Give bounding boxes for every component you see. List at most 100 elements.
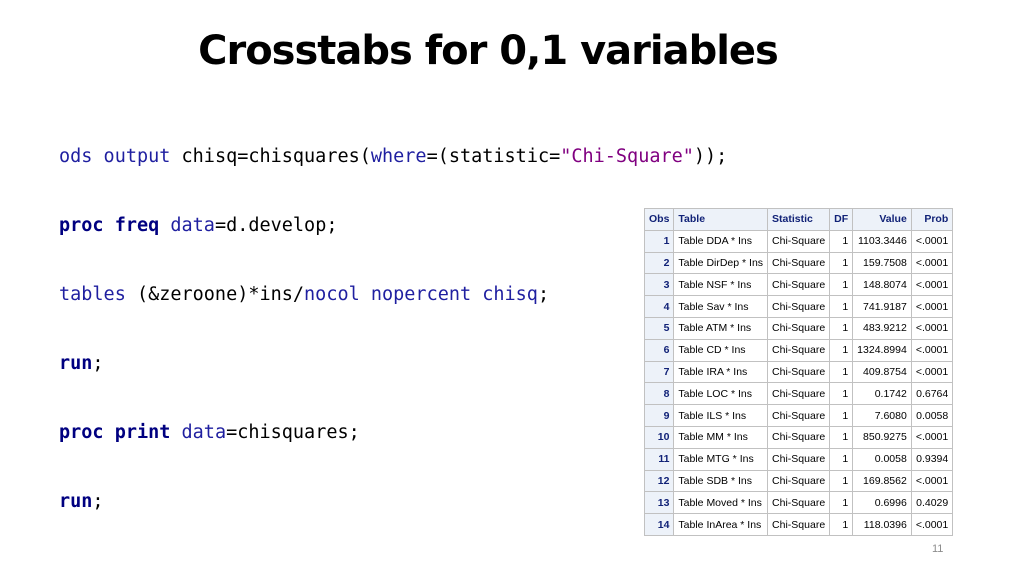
cell-prob: <.0001 — [910, 316, 954, 340]
cell-df: 1 — [829, 251, 854, 275]
cell-df: 1 — [829, 469, 854, 493]
cell-df: 1 — [829, 295, 854, 318]
table-row: 2 Table DirDep * Ins Chi-Square 1 159.7508 <.… — [643, 251, 954, 275]
code-keyword: data — [181, 422, 227, 443]
cell-df: 1 — [829, 338, 854, 362]
code-keyword: ods output — [59, 146, 171, 167]
code-string: "Chi-Square" — [560, 146, 694, 167]
cell-statistic: Chi-Square — [767, 338, 831, 362]
cell-prob: <.0001 — [910, 273, 954, 297]
table-row: 11 Table MTG * Ins Chi-Square 1 0.0058 0.9394 — [643, 447, 954, 471]
cell-df: 1 — [829, 360, 854, 384]
cell-statistic: Chi-Square — [767, 360, 831, 384]
table-row: 10 Table MM * Ins Chi-Square 1 850.9275 <.000… — [643, 425, 954, 449]
table-row: 3 Table NSF * Ins Chi-Square 1 148.8074 <.000… — [643, 273, 954, 297]
cell-obs: 6 — [643, 338, 675, 362]
table-row: 8 Table LOC * Ins Chi-Square 1 0.1742 0.6764 — [643, 382, 954, 406]
cell-statistic: Chi-Square — [767, 316, 831, 340]
table-row: 7 Table IRA * Ins Chi-Square 1 409.8754 <.000… — [643, 360, 954, 384]
cell-prob: 0.4029 — [910, 491, 954, 515]
cell-table: Table CD * Ins — [673, 338, 769, 362]
table-row: 9 Table ILS * Ins Chi-Square 1 7.6080 0.0058 — [643, 404, 954, 427]
cell-statistic: Chi-Square — [767, 382, 831, 406]
cell-table: Table DirDep * Ins — [673, 251, 769, 275]
code-line-3: tables (&zeroone)*ins/nocol nopercent ch… — [59, 283, 727, 306]
cell-statistic: Chi-Square — [767, 229, 831, 253]
code-line-6: run; — [59, 490, 727, 513]
cell-value: 0.6996 — [852, 491, 912, 515]
cell-table: Table ILS * Ins — [673, 404, 769, 427]
cell-value: 148.8074 — [852, 273, 912, 297]
sas-code-block: ods output chisq=chisquares(where=(stati… — [59, 99, 727, 536]
cell-table: Table LOC * Ins — [673, 382, 769, 406]
code-text: (&zeroone)*ins/ — [125, 284, 305, 305]
table-row: 6 Table CD * Ins Chi-Square 1 1324.8994 <.000… — [643, 338, 954, 362]
cell-value: 159.7508 — [852, 251, 912, 275]
page-number: 11 — [932, 543, 944, 555]
code-line-4: run; — [59, 352, 727, 375]
cell-prob: 0.0058 — [910, 404, 954, 427]
cell-table: Table Moved * Ins — [673, 491, 769, 515]
code-text: ; — [92, 491, 104, 512]
cell-table: Table ATM * Ins — [673, 316, 769, 340]
cell-value: 0.1742 — [852, 382, 912, 406]
code-keyword-bold: run — [59, 491, 93, 512]
cell-obs: 13 — [643, 491, 675, 515]
cell-value: 483.9212 — [852, 316, 912, 340]
header-df: DF — [829, 208, 854, 231]
cell-statistic: Chi-Square — [767, 513, 831, 536]
cell-df: 1 — [829, 273, 854, 297]
cell-value: 850.9275 — [852, 425, 912, 449]
cell-obs: 9 — [643, 404, 675, 427]
cell-table: Table IRA * Ins — [673, 360, 769, 384]
cell-statistic: Chi-Square — [767, 425, 831, 449]
header-statistic: Statistic — [767, 208, 831, 231]
cell-df: 1 — [829, 447, 854, 471]
cell-df: 1 — [829, 425, 854, 449]
code-keyword-bold: run — [59, 353, 93, 374]
header-table: Table — [673, 208, 769, 231]
code-text: =d.develop; — [214, 215, 338, 236]
code-text: =chisquares; — [226, 422, 360, 443]
cell-obs: 7 — [643, 360, 675, 384]
cell-table: Table Sav * Ins — [673, 295, 769, 318]
cell-df: 1 — [829, 229, 854, 253]
code-keyword: where — [370, 146, 427, 167]
chi-square-results-table: Obs Table Statistic DF Value Prob 1 Table… — [643, 208, 954, 536]
header-prob: Prob — [910, 208, 954, 231]
cell-value: 1324.8994 — [852, 338, 912, 362]
header-value: Value — [852, 208, 912, 231]
table-header-row: Obs Table Statistic DF Value Prob — [643, 208, 954, 231]
cell-table: Table NSF * Ins — [673, 273, 769, 297]
cell-statistic: Chi-Square — [767, 404, 831, 427]
code-line-5: proc print data=chisquares; — [59, 421, 727, 444]
table-row: 12 Table SDB * Ins Chi-Square 1 169.8562 <.00… — [643, 469, 954, 493]
cell-value: 7.6080 — [852, 404, 912, 427]
code-keyword: nocol nopercent chisq — [304, 284, 538, 305]
cell-statistic: Chi-Square — [767, 295, 831, 318]
code-text: ; — [92, 353, 104, 374]
cell-table: Table MM * Ins — [673, 425, 769, 449]
code-text: chisq=chisquares( — [170, 146, 371, 167]
cell-obs: 5 — [643, 316, 675, 340]
cell-table: Table InArea * Ins — [673, 513, 769, 536]
slide-title: Crosstabs for 0,1 variables — [198, 28, 779, 74]
cell-obs: 12 — [643, 469, 675, 493]
cell-obs: 1 — [643, 229, 675, 253]
cell-prob: <.0001 — [910, 360, 954, 384]
code-keyword: data — [170, 215, 215, 236]
cell-prob: <.0001 — [910, 295, 954, 318]
cell-obs: 2 — [643, 251, 675, 275]
cell-statistic: Chi-Square — [767, 273, 831, 297]
cell-value: 0.0058 — [852, 447, 912, 471]
header-obs: Obs — [643, 208, 675, 231]
cell-obs: 8 — [643, 382, 675, 406]
code-line-1: ods output chisq=chisquares(where=(stati… — [59, 145, 727, 168]
cell-prob: <.0001 — [910, 229, 954, 253]
code-text: )); — [693, 146, 728, 167]
table-row: 1 Table DDA * Ins Chi-Square 1 1103.3446 <.00… — [643, 229, 954, 253]
cell-prob: <.0001 — [910, 469, 954, 493]
cell-obs: 3 — [643, 273, 675, 297]
